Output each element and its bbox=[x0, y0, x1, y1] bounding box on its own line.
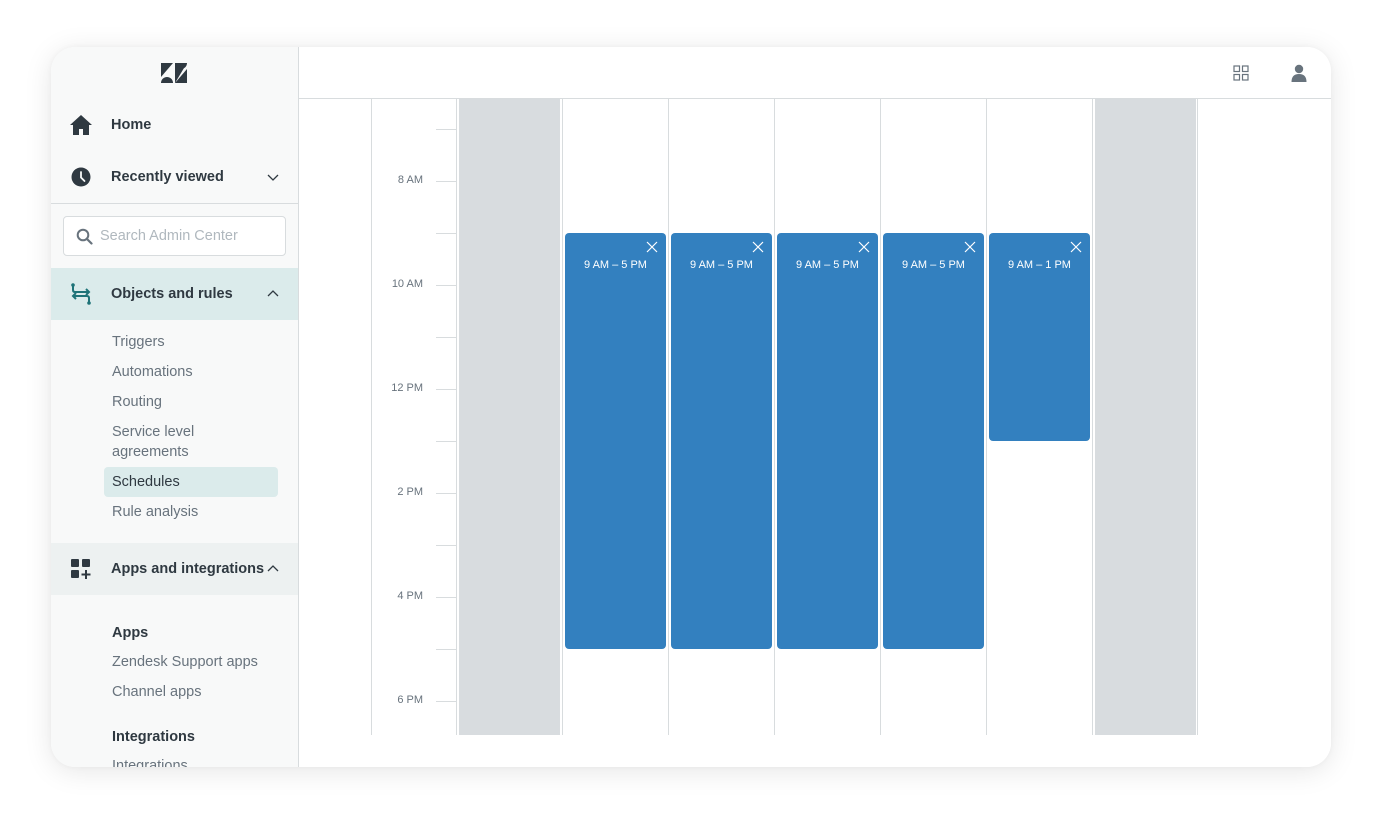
objects-rules-icon bbox=[69, 282, 93, 306]
hour-tick bbox=[436, 493, 456, 494]
sidebar-section-apps-and-integrations[interactable]: Apps and integrations bbox=[51, 543, 298, 595]
hour-tick bbox=[436, 337, 456, 338]
search-icon bbox=[76, 228, 93, 245]
sidebar-group-heading-apps: Apps bbox=[112, 625, 149, 641]
schedule-block[interactable]: 9 AM – 5 PM bbox=[883, 233, 984, 649]
sidebar-item-label: Apps and integrations bbox=[111, 561, 265, 577]
schedule-block-time: 9 AM – 5 PM bbox=[690, 259, 753, 271]
sidebar-subitem-integrations[interactable]: Integrations bbox=[104, 756, 278, 767]
sidebar-item-home[interactable]: Home bbox=[51, 99, 298, 151]
top-bar bbox=[299, 47, 1331, 99]
schedule-block[interactable]: 9 AM – 5 PM bbox=[565, 233, 666, 649]
sidebar-item-label: Recently viewed bbox=[111, 169, 224, 185]
schedule-block[interactable]: 9 AM – 1 PM bbox=[989, 233, 1090, 441]
sidebar-group-heading-integrations: Integrations bbox=[112, 729, 195, 745]
sidebar-subitem-service-level-agreements[interactable]: Service level agreements bbox=[104, 422, 254, 462]
schedule-block[interactable]: 9 AM – 5 PM bbox=[777, 233, 878, 649]
clock-icon bbox=[69, 165, 93, 189]
chevron-down-icon[interactable] bbox=[266, 170, 280, 184]
chevron-up-icon[interactable] bbox=[266, 562, 280, 576]
schedule-block[interactable]: 9 AM – 5 PM bbox=[671, 233, 772, 649]
hour-label: 10 AM bbox=[391, 278, 423, 290]
sidebar-subitem-schedules[interactable]: Schedules bbox=[104, 467, 278, 497]
hour-tick bbox=[436, 545, 456, 546]
closed-day-shading bbox=[459, 99, 560, 735]
hour-tick bbox=[436, 389, 456, 390]
hour-tick bbox=[436, 701, 456, 702]
profile-button[interactable] bbox=[1287, 61, 1311, 85]
day-column[interactable] bbox=[456, 99, 562, 735]
close-icon[interactable] bbox=[646, 241, 658, 253]
app-window: Home Recently viewed Search Admin Center… bbox=[51, 47, 1331, 767]
schedule-calendar: 8 AM 10 AM 12 PM 2 PM 4 PM 6 PM 9 AM – 5 PM 9 … bbox=[299, 99, 1331, 767]
hour-tick bbox=[436, 181, 456, 182]
sidebar-subitem-triggers[interactable]: Triggers bbox=[104, 332, 278, 352]
closed-day-shading bbox=[1095, 99, 1196, 735]
schedule-block-time: 9 AM – 5 PM bbox=[584, 259, 647, 271]
sidebar-divider bbox=[51, 203, 298, 204]
schedule-block-time: 9 AM – 5 PM bbox=[902, 259, 965, 271]
hour-label: 12 PM bbox=[391, 382, 423, 394]
time-gutter-divider bbox=[371, 99, 372, 735]
hour-tick bbox=[436, 233, 456, 234]
zendesk-logo[interactable] bbox=[161, 63, 187, 83]
hour-label: 4 PM bbox=[397, 590, 423, 602]
close-icon[interactable] bbox=[858, 241, 870, 253]
search-field[interactable] bbox=[63, 216, 286, 256]
sidebar-section-objects-and-rules[interactable]: Objects and rules bbox=[51, 268, 298, 320]
hour-tick bbox=[436, 649, 456, 650]
sidebar: Home Recently viewed Search Admin Center… bbox=[51, 47, 299, 767]
hour-tick bbox=[436, 597, 456, 598]
sidebar-subitem-routing[interactable]: Routing bbox=[104, 392, 278, 412]
grid-icon bbox=[1233, 65, 1249, 81]
day-column[interactable] bbox=[1092, 99, 1198, 735]
hour-tick bbox=[436, 285, 456, 286]
close-icon[interactable] bbox=[1070, 241, 1082, 253]
hour-tick bbox=[436, 129, 456, 130]
sidebar-subitem-channel-apps[interactable]: Channel apps bbox=[104, 682, 278, 702]
sidebar-item-label: Home bbox=[111, 117, 152, 133]
hour-label: 2 PM bbox=[397, 486, 423, 498]
sidebar-subitem-zendesk-support-apps[interactable]: Zendesk Support apps bbox=[104, 652, 278, 672]
sidebar-item-label: Objects and rules bbox=[111, 286, 233, 302]
home-icon bbox=[69, 113, 93, 137]
sidebar-subitem-rule-analysis[interactable]: Rule analysis bbox=[104, 502, 278, 522]
close-icon[interactable] bbox=[752, 241, 764, 253]
search-input[interactable] bbox=[100, 225, 280, 247]
schedule-block-time: 9 AM – 5 PM bbox=[796, 259, 859, 271]
hour-tick bbox=[436, 441, 456, 442]
user-icon bbox=[1291, 64, 1307, 82]
apps-add-icon bbox=[69, 557, 93, 581]
products-menu-button[interactable] bbox=[1229, 61, 1253, 85]
schedule-block-time: 9 AM – 1 PM bbox=[1008, 259, 1071, 271]
hour-label: 8 AM bbox=[397, 174, 423, 186]
sidebar-subitem-automations[interactable]: Automations bbox=[104, 362, 278, 382]
chevron-up-icon[interactable] bbox=[266, 287, 280, 301]
sidebar-item-recently-viewed[interactable]: Recently viewed bbox=[51, 151, 298, 203]
close-icon[interactable] bbox=[964, 241, 976, 253]
hour-label: 6 PM bbox=[397, 694, 423, 706]
